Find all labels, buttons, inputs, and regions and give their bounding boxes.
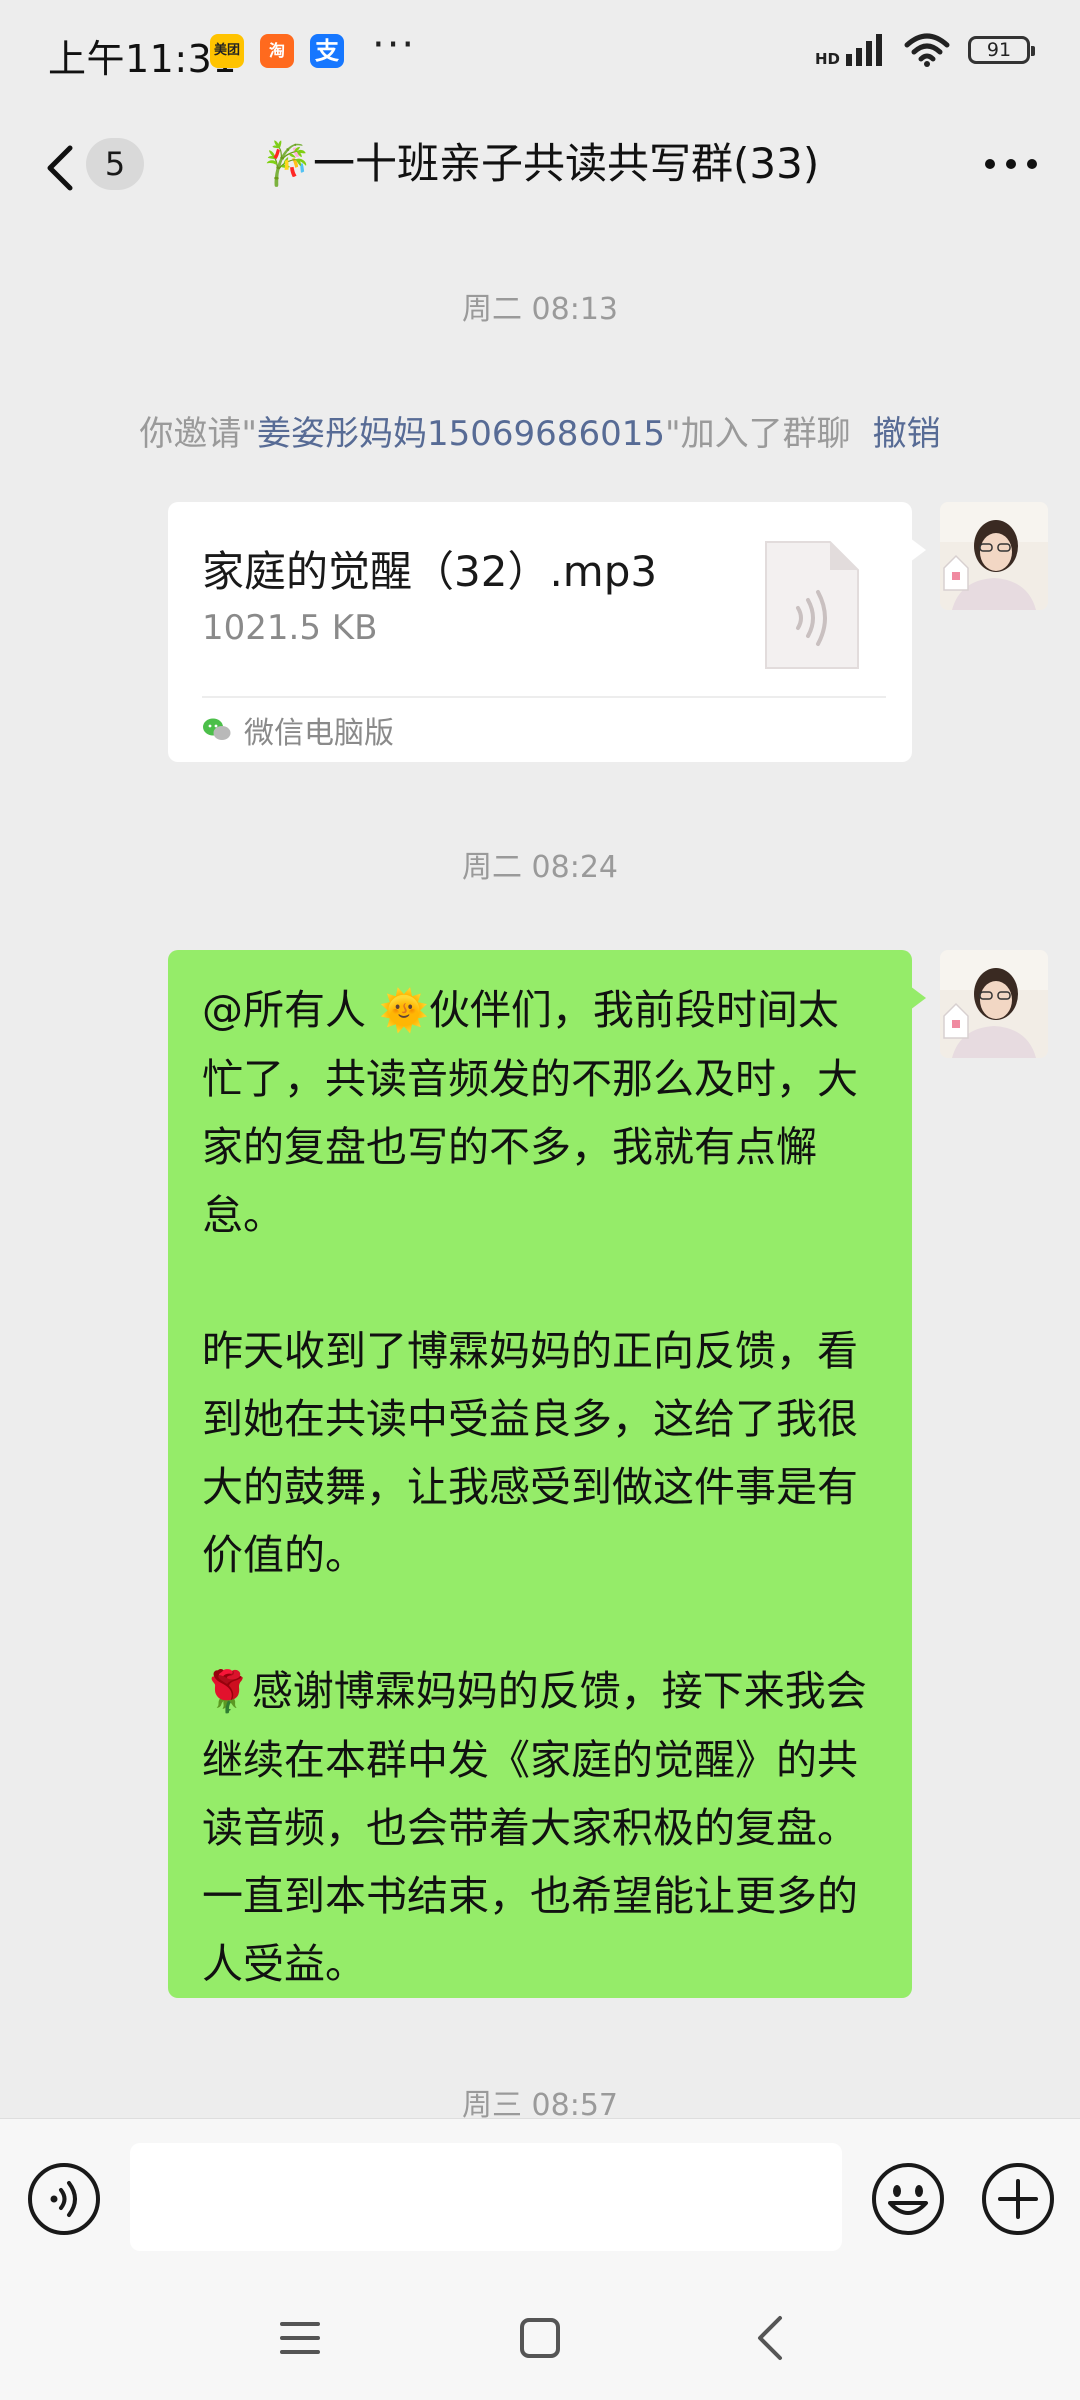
wechat-logo-icon: [203, 718, 231, 740]
plus-icon[interactable]: [978, 2159, 1058, 2239]
system-message-prefix: 你邀请": [139, 414, 258, 454]
avatar-photo: [940, 502, 1048, 610]
wifi-icon: [904, 33, 950, 67]
revoke-link[interactable]: 撤销: [873, 414, 941, 454]
invited-member-name[interactable]: 姜姿彤妈妈15069686015: [257, 414, 665, 454]
file-source-label: 微信电脑版: [244, 716, 394, 751]
avatar[interactable]: [940, 950, 1048, 1058]
sun-emoji: 🌞: [379, 988, 429, 1034]
chat-header: 5 🎋一十班亲子共读共写群(33): [0, 110, 1080, 220]
input-bar: [0, 2118, 1080, 2281]
status-right: HD 91: [814, 30, 1035, 70]
mention-all: @所有人: [202, 986, 366, 1034]
taobao-icon: 淘: [260, 34, 294, 68]
file-name: 家庭的觉醒（32）.mp3: [202, 547, 658, 596]
emoji-icon[interactable]: [868, 2159, 948, 2239]
voice-input-icon[interactable]: [26, 2161, 102, 2237]
file-message-bubble[interactable]: 家庭的觉醒（32）.mp3 1021.5 KB 微信电脑版: [168, 502, 926, 762]
system-message: 你邀请"姜姿彤妈妈15069686015"加入了群聊 撤销: [0, 406, 1080, 455]
message-timestamp: 周二 08:13: [462, 292, 618, 327]
rose-emoji: 🌹: [202, 1669, 252, 1715]
chat-title-text: 一十班亲子共读共写群(33): [313, 139, 820, 188]
title-emoji: 🎋: [260, 139, 314, 188]
meituan-icon: 美团: [210, 34, 244, 68]
system-message-suffix: "加入了群聊: [664, 414, 851, 454]
home-icon[interactable]: [510, 2308, 570, 2368]
file-size: 1021.5 KB: [202, 608, 378, 648]
system-back-icon[interactable]: [742, 2308, 802, 2368]
divider: [202, 696, 886, 698]
text-message-bubble[interactable]: @所有人 🌞伙伴们，我前段时间太忙了，共读音频发的不那么及时，大家的复盘也写的不…: [168, 950, 926, 1998]
message-paragraph: @所有人 🌞伙伴们，我前段时间太忙了，共读音频发的不那么及时，大家的复盘也写的不…: [202, 976, 878, 1249]
audio-file-icon: [765, 541, 859, 669]
alipay-icon: 支: [310, 34, 344, 68]
cellular-signal-icon: HD: [814, 34, 886, 68]
more-notifications-icon: ···: [372, 22, 417, 68]
message-timestamp: 周二 08:24: [462, 850, 618, 885]
battery-icon: 91: [968, 36, 1035, 64]
system-navigation-bar: [0, 2280, 1080, 2400]
avatar-photo: [940, 950, 1048, 1058]
more-options-icon[interactable]: [976, 134, 1046, 194]
status-bar: 上午11:31 美团 淘 支 ··· HD 91: [0, 0, 1080, 110]
message-paragraph: 🌹感谢博霖妈妈的反馈，接下来我会继续在本群中发《家庭的觉醒》的共读音频，也会带着…: [202, 1657, 878, 1998]
message-input[interactable]: [130, 2143, 842, 2251]
avatar[interactable]: [940, 502, 1048, 610]
status-time: 上午11:31: [48, 37, 238, 81]
network-type-label: HD: [814, 50, 840, 68]
chat-title[interactable]: 🎋一十班亲子共读共写群(33): [0, 130, 1080, 191]
message-text: 感谢博霖妈妈的反馈，接下来我会继续在本群中发《家庭的觉醒》的共读音频，也会带着大…: [202, 1667, 867, 1988]
message-paragraph: 昨天收到了博霖妈妈的正向反馈，看到她在共读中受益良多，这给了我很大的鼓舞，让我感…: [202, 1327, 858, 1579]
recent-apps-icon[interactable]: [270, 2308, 330, 2368]
file-source: 微信电脑版: [202, 710, 394, 751]
